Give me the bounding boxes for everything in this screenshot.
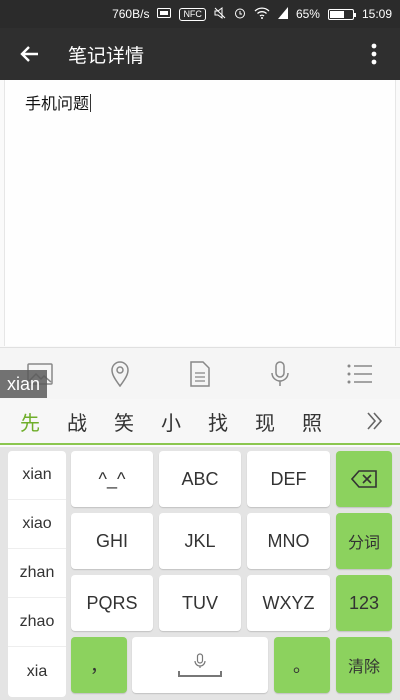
location-icon bbox=[111, 360, 129, 387]
clock: 15:09 bbox=[361, 7, 392, 21]
candidate-bar: 先 战 笑 小 找 现 照 bbox=[0, 399, 400, 445]
document-button[interactable] bbox=[160, 348, 240, 399]
pinyin-option[interactable]: xia bbox=[8, 647, 66, 696]
page-title: 笔记详情 bbox=[68, 44, 145, 67]
battery-percent: 65% bbox=[295, 7, 320, 21]
app-bar: 笔记详情 bbox=[0, 28, 400, 80]
back-button[interactable] bbox=[0, 28, 60, 80]
sim-icon bbox=[157, 7, 172, 21]
backspace-button[interactable] bbox=[336, 451, 392, 507]
key-wxyz[interactable]: WXYZ bbox=[247, 575, 330, 631]
list-icon bbox=[347, 364, 372, 383]
battery-fill bbox=[329, 10, 344, 18]
key-abc[interactable]: ABC bbox=[159, 451, 241, 507]
key-mno[interactable]: MNO bbox=[247, 513, 330, 569]
pinyin-option[interactable]: zhan bbox=[8, 549, 66, 598]
microphone-icon bbox=[194, 653, 206, 668]
candidate-item[interactable]: 小 bbox=[147, 407, 195, 436]
pinyin-option[interactable]: xiao bbox=[8, 500, 66, 549]
note-text: 手机问题 bbox=[25, 94, 90, 113]
microphone-icon bbox=[271, 360, 289, 386]
location-button[interactable] bbox=[80, 348, 160, 399]
note-content[interactable]: 手机问题 bbox=[25, 90, 92, 114]
candidate-item[interactable]: 找 bbox=[194, 407, 242, 436]
candidate-item[interactable]: 笑 bbox=[100, 407, 148, 436]
nfc-icon: NFC bbox=[179, 7, 206, 21]
more-candidates-button[interactable] bbox=[366, 411, 383, 435]
key-jkl[interactable]: JKL bbox=[159, 513, 241, 569]
clear-button[interactable]: 清除 bbox=[336, 637, 392, 693]
signal-icon bbox=[277, 6, 288, 22]
candidate-item[interactable]: 现 bbox=[241, 407, 289, 436]
more-options-button[interactable] bbox=[362, 28, 386, 80]
document-icon bbox=[190, 360, 210, 387]
pinyin-option[interactable]: zhao bbox=[8, 598, 66, 647]
note-editor[interactable]: 手机问题 bbox=[4, 80, 396, 346]
mute-icon bbox=[214, 6, 226, 22]
composing-pinyin: xian bbox=[0, 370, 48, 398]
network-speed: 760B/s bbox=[112, 7, 150, 21]
backspace-icon bbox=[351, 470, 377, 488]
key-def[interactable]: DEF bbox=[247, 451, 330, 507]
more-vertical-icon bbox=[371, 43, 377, 65]
space-key[interactable] bbox=[132, 637, 268, 693]
candidate-item[interactable]: 照 bbox=[288, 407, 336, 436]
candidate-item[interactable]: 战 bbox=[53, 407, 101, 436]
key-tuv[interactable]: TUV bbox=[159, 575, 241, 631]
chevron-right-double-icon bbox=[367, 412, 383, 430]
comma-key[interactable]: ， bbox=[71, 637, 127, 693]
segment-button[interactable]: 分词 bbox=[336, 513, 392, 569]
candidate-item[interactable]: 先 bbox=[6, 407, 54, 436]
pinyin-option[interactable]: xian bbox=[8, 451, 66, 500]
text-caret bbox=[90, 94, 92, 112]
period-key[interactable]: 。 bbox=[274, 637, 330, 693]
arrow-left-icon bbox=[20, 46, 38, 62]
battery-icon bbox=[327, 8, 356, 20]
key-ghi[interactable]: GHI bbox=[71, 513, 153, 569]
ime-toolbar bbox=[0, 347, 400, 399]
spacebar-icon bbox=[178, 671, 222, 677]
list-button[interactable] bbox=[320, 348, 400, 399]
wifi-icon bbox=[254, 6, 270, 22]
alarm-icon bbox=[234, 7, 246, 22]
number-mode-button[interactable]: 123 bbox=[336, 575, 392, 631]
status-bar: 760B/s NFC 65% 15:09 bbox=[0, 0, 400, 28]
key-pqrs[interactable]: PQRS bbox=[71, 575, 153, 631]
key-emoticon[interactable]: ^_^ bbox=[71, 451, 153, 507]
ime-keyboard: xian xiao zhan zhao xia ^_^ ABC DEF GHI … bbox=[0, 447, 400, 700]
pinyin-option-list[interactable]: xian xiao zhan zhao xia bbox=[8, 451, 66, 697]
voice-button[interactable] bbox=[240, 348, 320, 399]
